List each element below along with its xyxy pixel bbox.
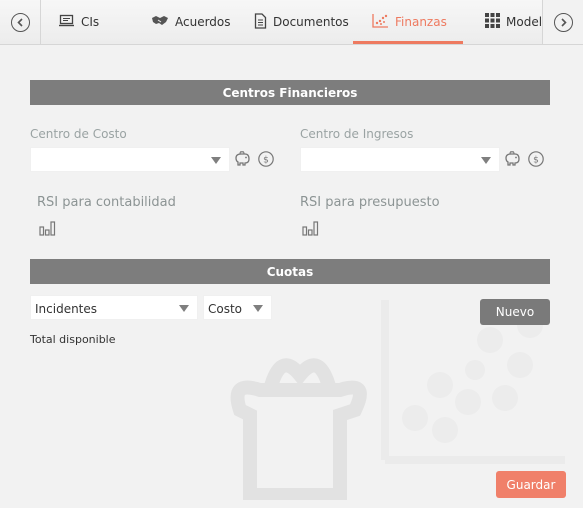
tab-acuerdos[interactable]: Acuerdos: [151, 0, 231, 44]
tabs-list: CIs Acuerdos Documentos Finanzas Model: [41, 0, 541, 44]
bar-chart-icon[interactable]: [39, 220, 57, 238]
handshake-icon: [151, 14, 169, 30]
guardar-button[interactable]: Guardar: [496, 471, 566, 498]
svg-text:$: $: [263, 156, 269, 166]
cuota-medida-value: Costo: [208, 302, 243, 316]
tab-cis[interactable]: CIs: [59, 0, 99, 44]
ci-icon: [59, 14, 75, 30]
grid-icon: [485, 13, 500, 31]
rsi-presupuesto-label: RSI para presupuesto: [300, 195, 440, 210]
centro-ingresos-label: Centro de Ingresos: [300, 127, 414, 141]
scroll-tabs-left-button[interactable]: [0, 0, 41, 44]
tab-bar: CIs Acuerdos Documentos Finanzas Model: [0, 0, 583, 45]
tab-finanzas-label: Finanzas: [395, 15, 447, 29]
chevron-right-icon: [553, 12, 573, 32]
tab-cis-label: CIs: [81, 15, 100, 29]
piggy-bank-icon[interactable]: [233, 150, 251, 168]
centro-ingresos-select[interactable]: [300, 147, 500, 172]
cuotas-header: Cuotas: [30, 259, 550, 284]
centro-costo-label: Centro de Costo: [30, 127, 127, 141]
centros-financieros-header: Centros Financieros: [30, 80, 550, 105]
rsi-contabilidad-label: RSI para contabilidad: [37, 195, 176, 210]
currency-icon[interactable]: $: [527, 150, 545, 168]
tab-acuerdos-label: Acuerdos: [175, 15, 231, 29]
chevron-down-icon: [179, 305, 189, 312]
active-tab-indicator: [353, 41, 463, 44]
tab-finanzas[interactable]: Finanzas: [372, 0, 447, 44]
chevron-left-icon: [10, 12, 30, 32]
chart-icon: [372, 13, 389, 31]
chevron-down-icon: [253, 305, 263, 312]
scroll-tabs-right-button[interactable]: [542, 0, 583, 44]
cuota-tipo-value: Incidentes: [35, 302, 98, 316]
currency-icon[interactable]: $: [257, 150, 275, 168]
bar-chart-icon[interactable]: [302, 220, 320, 238]
chevron-down-icon: [481, 157, 491, 164]
piggy-bank-icon[interactable]: [503, 150, 521, 168]
cuota-tipo-select[interactable]: Incidentes: [30, 295, 198, 320]
nuevo-button[interactable]: Nuevo: [480, 299, 550, 325]
tab-model[interactable]: Model: [485, 0, 541, 44]
tab-documentos[interactable]: Documentos: [254, 0, 349, 44]
centro-costo-select[interactable]: [30, 147, 230, 172]
total-disponible-label: Total disponible: [30, 333, 116, 346]
tab-documentos-label: Documentos: [273, 15, 349, 29]
cuota-medida-select[interactable]: Costo: [203, 295, 272, 320]
document-icon: [254, 12, 267, 32]
tab-model-label: Model: [506, 15, 541, 29]
svg-text:$: $: [533, 156, 539, 166]
chevron-down-icon: [211, 157, 221, 164]
